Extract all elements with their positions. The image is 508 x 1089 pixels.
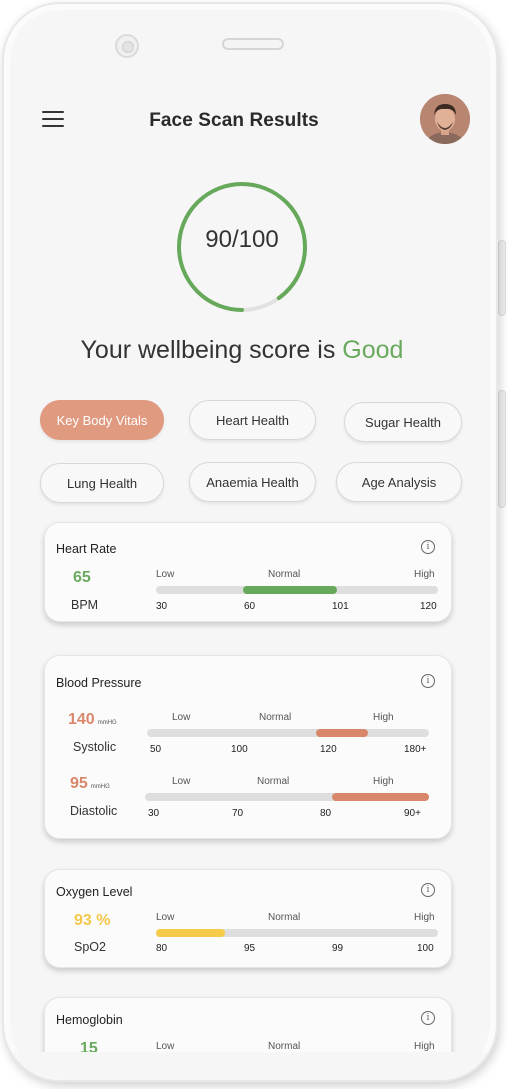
tick: 180+: [404, 744, 427, 755]
front-camera: [115, 34, 139, 58]
systolic-indicator: [316, 729, 368, 737]
page-title: Face Scan Results: [149, 110, 319, 131]
heart-rate-value: 65: [73, 569, 91, 586]
zone-high-label: High: [414, 569, 435, 580]
zone-normal-label: Normal: [268, 569, 301, 580]
avatar-image: [420, 94, 470, 144]
tick: 90+: [404, 808, 421, 819]
tick: 120: [320, 744, 337, 755]
diastolic-indicator: [332, 793, 429, 801]
card-title: Heart Rate: [56, 542, 117, 556]
oxygen-bar: [156, 929, 438, 937]
tab-anaemia-health[interactable]: Anaemia Health: [189, 462, 316, 502]
volume-button: [498, 240, 506, 316]
zone-normal-label: Normal: [268, 1041, 301, 1052]
info-icon[interactable]: i: [421, 883, 435, 897]
tick: 80: [156, 943, 168, 954]
diastolic-bar: [145, 793, 429, 801]
tick: 80: [320, 808, 332, 819]
zone-low-label: Low: [172, 712, 191, 723]
card-title: Blood Pressure: [56, 676, 142, 690]
screen-bottom-edge: [4, 1052, 496, 1080]
diastolic-label: Diastolic: [70, 804, 118, 818]
blood-pressure-card[interactable]: Blood Pressure i 140 mmHG Systolic Low No…: [44, 655, 452, 839]
info-icon[interactable]: i: [421, 674, 435, 688]
zone-low-label: Low: [156, 569, 175, 580]
heart-rate-card[interactable]: Heart Rate i 65 BPM Low Normal High 30 6…: [44, 522, 452, 622]
zone-high-label: High: [414, 912, 435, 923]
diastolic-value: 95 mmHG: [70, 775, 110, 792]
tab-key-body-vitals[interactable]: Key Body Vitals: [40, 400, 164, 440]
wellbeing-prefix: Your wellbeing score is: [80, 336, 336, 364]
user-avatar[interactable]: [420, 94, 470, 144]
systolic-label: Systolic: [73, 740, 117, 754]
tick: 101: [332, 601, 349, 612]
tick: 120: [420, 601, 437, 612]
zone-high-label: High: [414, 1041, 435, 1052]
oxygen-level-card[interactable]: Oxygen Level i 93 % SpO2 Low Normal High…: [44, 869, 452, 968]
zone-low-label: Low: [156, 912, 175, 923]
heart-rate-unit: BPM: [71, 598, 99, 612]
zone-normal-label: Normal: [257, 776, 290, 787]
wellbeing-summary: Your wellbeing score is Good: [4, 336, 480, 365]
oxygen-value: 93 %: [74, 912, 111, 929]
oxygen-indicator: [156, 929, 225, 937]
speaker-grille: [222, 38, 284, 50]
tick: 95: [244, 943, 256, 954]
tick: 30: [148, 808, 160, 819]
tick: 99: [332, 943, 344, 954]
card-title: Hemoglobin: [56, 1013, 123, 1027]
tick: 70: [232, 808, 244, 819]
tick: 100: [417, 943, 434, 954]
zone-high-label: High: [373, 776, 394, 787]
info-icon[interactable]: i: [421, 1011, 435, 1025]
tab-heart-health[interactable]: Heart Health: [189, 400, 316, 440]
heart-rate-bar: [156, 586, 438, 594]
zone-normal-label: Normal: [259, 712, 292, 723]
card-title: Oxygen Level: [56, 885, 133, 899]
zone-normal-label: Normal: [268, 912, 301, 923]
zone-low-label: Low: [172, 776, 191, 787]
systolic-value: 140 mmHG: [68, 711, 117, 728]
tick: 30: [156, 601, 168, 612]
info-icon[interactable]: i: [421, 540, 435, 554]
wellbeing-rating: Good: [342, 336, 404, 364]
tab-age-analysis[interactable]: Age Analysis: [336, 462, 462, 502]
tick: 100: [231, 744, 248, 755]
tab-sugar-health[interactable]: Sugar Health: [344, 402, 462, 442]
score-value: 90/100: [205, 226, 279, 253]
heart-rate-indicator: [243, 586, 337, 594]
phone-frame: Face Scan Results 90/100 Your wellbeing …: [2, 2, 498, 1082]
zone-high-label: High: [373, 712, 394, 723]
oxygen-label: SpO2: [74, 940, 106, 954]
tick: 60: [244, 601, 256, 612]
tab-lung-health[interactable]: Lung Health: [40, 463, 164, 503]
power-button: [498, 390, 506, 508]
systolic-bar: [147, 729, 429, 737]
zone-low-label: Low: [156, 1041, 175, 1052]
tick: 50: [150, 744, 162, 755]
